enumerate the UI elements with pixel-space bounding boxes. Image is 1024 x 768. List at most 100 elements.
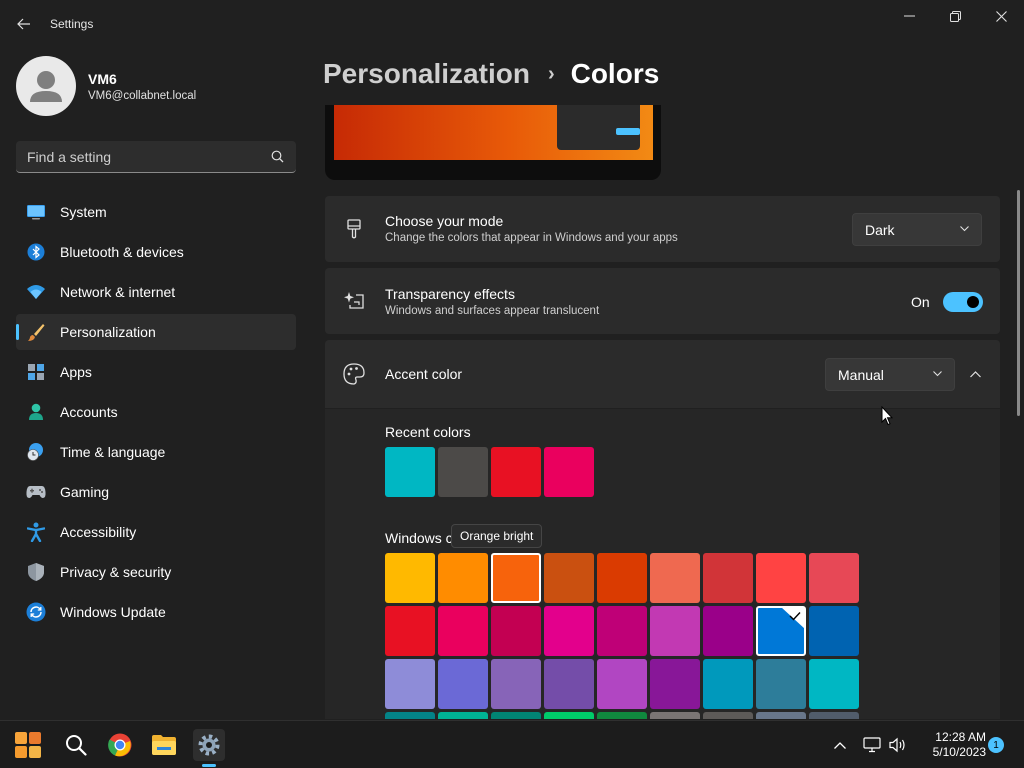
sidebar-item-privacy[interactable]: Privacy & security: [16, 554, 296, 590]
recent-color-swatch[interactable]: [385, 447, 435, 497]
back-arrow-icon: [17, 18, 30, 30]
windows-color-swatch[interactable]: [650, 659, 700, 709]
close-button[interactable]: [978, 4, 1024, 28]
system-icon: [26, 202, 46, 222]
windows-color-swatch[interactable]: [491, 606, 541, 656]
windows-color-swatch[interactable]: [703, 606, 753, 656]
recent-color-swatch[interactable]: [491, 447, 541, 497]
page-title: Colors: [570, 58, 660, 89]
clock[interactable]: 12:28 AM 5/10/2023: [914, 730, 986, 760]
taskbar-settings[interactable]: [193, 729, 225, 761]
back-button[interactable]: [10, 10, 38, 38]
windows-color-swatch[interactable]: [809, 553, 859, 603]
sidebar-item-time-language[interactable]: Time & language: [16, 434, 296, 470]
sidebar-item-windows-update[interactable]: Windows Update: [16, 594, 296, 630]
transparency-card: Transparency effects Windows and surface…: [325, 268, 1000, 334]
notification-badge[interactable]: 1: [988, 737, 1004, 753]
sidebar-item-label: Network & internet: [60, 284, 176, 300]
sidebar-item-network[interactable]: Network & internet: [16, 274, 296, 310]
windows-color-swatch[interactable]: [544, 553, 594, 603]
bluetooth-icon: [26, 242, 46, 262]
network-status[interactable]: [858, 729, 886, 761]
accent-dropdown[interactable]: Manual: [825, 358, 955, 391]
windows-color-swatch[interactable]: [385, 606, 435, 656]
shield-icon: [26, 562, 46, 582]
sidebar-item-apps[interactable]: Apps: [16, 354, 296, 390]
windows-color-swatch[interactable]: [597, 606, 647, 656]
windows-color-swatch[interactable]: [756, 606, 806, 656]
taskbar-file-explorer[interactable]: [148, 729, 180, 761]
windows-color-swatch[interactable]: [597, 712, 647, 719]
scrollbar-thumb[interactable]: [1017, 190, 1020, 416]
volume-status[interactable]: [884, 729, 912, 761]
windows-color-swatch[interactable]: [544, 606, 594, 656]
search-box[interactable]: [16, 141, 296, 173]
close-icon: [995, 10, 1007, 22]
windows-color-swatch[interactable]: [650, 606, 700, 656]
breadcrumb-parent[interactable]: Personalization: [323, 58, 530, 90]
taskbar-search-button[interactable]: [60, 729, 92, 761]
transparency-toggle[interactable]: [943, 292, 983, 312]
windows-color-swatch[interactable]: [597, 553, 647, 603]
windows-color-swatch[interactable]: [809, 712, 859, 719]
accent-title: Accent color: [385, 366, 463, 382]
sidebar-item-label: Personalization: [60, 324, 156, 340]
taskbar-chrome[interactable]: [104, 729, 136, 761]
mode-title: Choose your mode: [385, 213, 504, 229]
sidebar-item-label: Accounts: [60, 404, 118, 420]
show-hidden-icons-button[interactable]: [825, 729, 855, 761]
windows-color-swatch[interactable]: [385, 659, 435, 709]
windows-color-swatch[interactable]: [756, 553, 806, 603]
mode-dropdown[interactable]: Dark: [852, 213, 982, 246]
windows-color-swatch[interactable]: [438, 712, 488, 719]
windows-color-swatch[interactable]: [544, 659, 594, 709]
sidebar-item-accessibility[interactable]: Accessibility: [16, 514, 296, 550]
sidebar-item-label: System: [60, 204, 107, 220]
sidebar-nav: System Bluetooth & devices Network & int…: [16, 194, 296, 634]
windows-color-swatch[interactable]: [597, 659, 647, 709]
windows-color-swatch[interactable]: [544, 712, 594, 719]
sidebar-item-accounts[interactable]: Accounts: [16, 394, 296, 430]
windows-color-swatch[interactable]: [809, 606, 859, 656]
mode-card: Choose your mode Change the colors that …: [325, 196, 1000, 262]
sidebar-item-system[interactable]: System: [16, 194, 296, 230]
windows-color-swatch[interactable]: [650, 553, 700, 603]
windows-color-swatch[interactable]: [385, 553, 435, 603]
recent-color-swatch[interactable]: [544, 447, 594, 497]
search-input[interactable]: [16, 141, 266, 172]
windows-color-swatch[interactable]: [650, 712, 700, 719]
sidebar-item-personalization[interactable]: Personalization: [16, 314, 296, 350]
windows-color-swatch[interactable]: [385, 712, 435, 719]
profile-email: VM6@collabnet.local: [88, 89, 197, 102]
chevron-up-icon: [834, 741, 846, 749]
windows-color-swatch[interactable]: [491, 712, 541, 719]
windows-color-swatch[interactable]: [809, 659, 859, 709]
windows-color-swatch[interactable]: [703, 659, 753, 709]
windows-color-swatch[interactable]: [703, 553, 753, 603]
windows-color-swatch[interactable]: [438, 553, 488, 603]
start-button[interactable]: [12, 729, 44, 761]
windows-color-swatch[interactable]: [491, 553, 541, 603]
search-icon[interactable]: [271, 150, 284, 163]
windows-color-swatch[interactable]: [438, 659, 488, 709]
clock-globe-icon: [26, 442, 46, 462]
recent-color-swatch[interactable]: [438, 447, 488, 497]
checkmark-icon: [789, 612, 801, 621]
windows-color-swatch[interactable]: [703, 712, 753, 719]
collapse-button[interactable]: [959, 358, 991, 390]
user-profile[interactable]: VM6 VM6@collabnet.local: [16, 56, 196, 116]
accent-card[interactable]: Accent color Manual: [325, 340, 1000, 408]
sidebar-item-gaming[interactable]: Gaming: [16, 474, 296, 510]
preview-wallpaper: [334, 105, 653, 160]
search-icon: [66, 735, 87, 756]
start-icon: [15, 732, 41, 758]
windows-color-swatch[interactable]: [491, 659, 541, 709]
minimize-button[interactable]: [886, 4, 932, 28]
restore-button[interactable]: [932, 4, 978, 28]
windows-color-swatch[interactable]: [438, 606, 488, 656]
windows-color-swatch[interactable]: [756, 712, 806, 719]
restore-icon: [949, 10, 961, 22]
windows-color-swatch[interactable]: [756, 659, 806, 709]
recent-colors-label: Recent colors: [385, 424, 471, 440]
sidebar-item-bluetooth[interactable]: Bluetooth & devices: [16, 234, 296, 270]
